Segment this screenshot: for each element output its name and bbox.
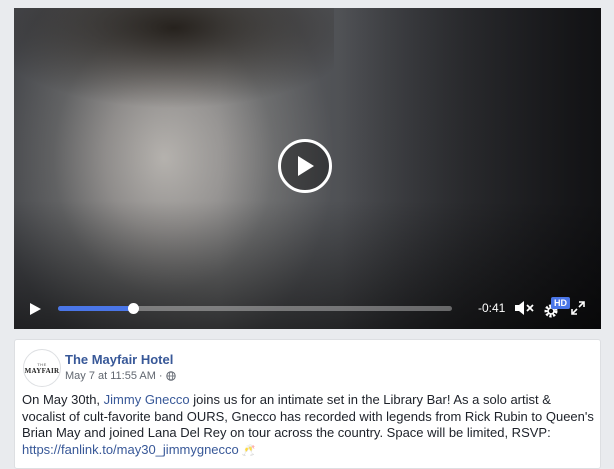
progress-bar[interactable] bbox=[58, 303, 452, 314]
hd-badge: HD bbox=[551, 297, 570, 309]
play-icon[interactable] bbox=[28, 302, 42, 316]
post-text: On May 30th, Jimmy Gnecco joins us for a… bbox=[22, 392, 596, 459]
progress-scrubber[interactable] bbox=[127, 303, 139, 314]
progress-fill bbox=[58, 306, 133, 311]
post-text-intro: On May 30th, bbox=[22, 392, 104, 407]
play-circle-icon bbox=[298, 156, 314, 176]
globe-icon bbox=[165, 371, 176, 381]
avatar-logo: MAYFAIR bbox=[24, 366, 60, 375]
video-player[interactable]: -0:41 HD bbox=[14, 8, 601, 329]
page-name-link[interactable]: The Mayfair Hotel bbox=[65, 352, 173, 367]
rsvp-link[interactable]: https://fanlink.to/may30_jimmygnecco bbox=[22, 442, 239, 457]
video-controls: -0:41 HD bbox=[14, 289, 601, 329]
post-timestamp[interactable]: May 7 at 11:55 AM bbox=[65, 370, 156, 382]
post-meta: May 7 at 11:55 AM · bbox=[65, 370, 176, 382]
quality-settings-button[interactable]: HD bbox=[543, 297, 570, 319]
mention-link[interactable]: Jimmy Gnecco bbox=[104, 392, 190, 407]
volume-muted-icon[interactable] bbox=[514, 300, 534, 316]
post-card: THE MAYFAIR The Mayfair Hotel May 7 at 1… bbox=[14, 339, 601, 469]
champagne-emoji-icon: 🥂 bbox=[241, 444, 256, 457]
page-avatar[interactable]: THE MAYFAIR bbox=[23, 349, 61, 387]
time-remaining: -0:41 bbox=[478, 301, 506, 315]
meta-separator: · bbox=[158, 370, 163, 382]
fullscreen-icon[interactable] bbox=[571, 301, 585, 315]
center-play-button[interactable] bbox=[278, 139, 332, 193]
